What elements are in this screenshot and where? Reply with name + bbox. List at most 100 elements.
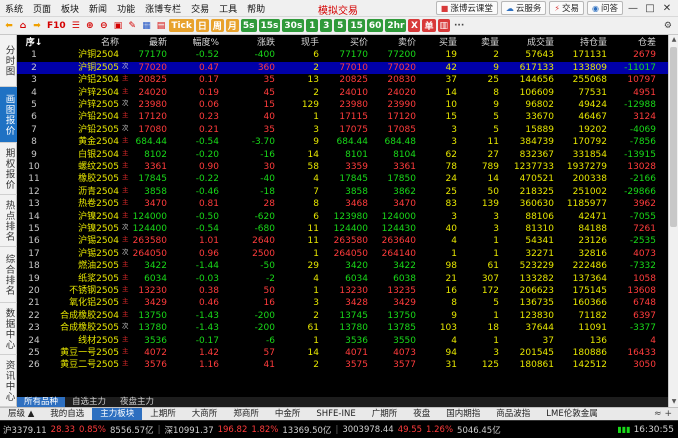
- table-row[interactable]: 21 氧化铝2505 主 3429 0.46 16 3 3428 3429 8 5 136735 160…: [17, 297, 668, 309]
- week-period-button[interactable]: 周: [210, 19, 224, 32]
- pencil-icon[interactable]: ✎: [126, 19, 138, 32]
- subtab-all[interactable]: 所有品种: [17, 397, 66, 407]
- table-row[interactable]: 16 沪锡2504 主 263580 1.01 2640 11 263580 263640 4 1 5…: [17, 235, 668, 247]
- zoom-in-icon[interactable]: ⊕: [84, 19, 96, 32]
- board-tab-main[interactable]: 主力板块: [92, 408, 143, 420]
- table-row[interactable]: 12 沥青2504 主 3858 -0.46 -18 7 3858 3862 25 50 218325…: [17, 186, 668, 198]
- header-turnover[interactable]: 成交量: [502, 37, 554, 49]
- table-row[interactable]: 14 沪镍2504 主 124000 -0.50 -620 6 123980 124000 3 3 8…: [17, 211, 668, 223]
- header-oi-change[interactable]: 仓差: [610, 37, 656, 49]
- menu-item-news[interactable]: 新闻: [84, 2, 112, 15]
- period-5m-button[interactable]: 5: [334, 19, 347, 32]
- zoom-out-icon[interactable]: ⊖: [98, 19, 110, 32]
- table-row[interactable]: 9 白银2504 主 8102 -0.20 -16 14 8101 8104 62 27 832367…: [17, 149, 668, 161]
- board-tab-shfe-ine[interactable]: SHFE-INE: [308, 408, 363, 420]
- table-row[interactable]: 7 沪铅2505 次 17080 0.21 35 3 17075 17085 3 5 15889 192…: [17, 124, 668, 136]
- trade-button[interactable]: ⚡ 交易: [549, 1, 584, 15]
- header-ask[interactable]: 卖价: [372, 37, 416, 49]
- header-open-interest[interactable]: 持仓量: [557, 37, 607, 49]
- sidebar-item-timechart[interactable]: 分时图: [0, 35, 17, 87]
- scroll-down-icon[interactable]: ▼: [669, 397, 678, 407]
- period-15m-button[interactable]: 15: [348, 19, 365, 32]
- table-row[interactable]: 1 沪铜2504 77170 -0.52 -400 6 77170 77200 19 2 57643…: [17, 49, 668, 61]
- qa-button[interactable]: ◉ 问答: [587, 1, 623, 15]
- sidebar-item-overall-rank[interactable]: 综合排名: [0, 247, 17, 303]
- period-1m-button[interactable]: 1: [306, 19, 319, 32]
- menu-item-system[interactable]: 系统: [0, 2, 28, 15]
- f10-button[interactable]: F10: [45, 19, 68, 32]
- board-tab-shfe[interactable]: 上期所: [142, 408, 184, 420]
- settings-icon[interactable]: ⚙: [662, 19, 674, 32]
- period-2hr-button[interactable]: 2hr: [385, 19, 407, 32]
- scroll-up-icon[interactable]: ▲: [669, 35, 678, 45]
- period-3m-button[interactable]: 3: [320, 19, 333, 32]
- header-chg[interactable]: 涨跌: [223, 37, 275, 49]
- header-pct[interactable]: 幅度%: [169, 37, 219, 49]
- close-button[interactable]: ✕: [660, 3, 674, 14]
- x-button[interactable]: X: [408, 19, 421, 32]
- day-period-button[interactable]: 日: [195, 19, 209, 32]
- home-icon[interactable]: ⌂: [17, 19, 29, 32]
- header-bid[interactable]: 买价: [322, 37, 368, 49]
- table-row[interactable]: 19 纸浆2505 主 6034 -0.03 -2 4 6034 6038 21 307 133282…: [17, 273, 668, 285]
- table-row[interactable]: 3 沪铝2504 主 20825 0.17 35 13 20825 20830 37 25 14465…: [17, 74, 668, 86]
- period-5s-button[interactable]: 5s: [240, 19, 257, 32]
- table-row[interactable]: 25 黄豆一号2505 主 4072 1.42 57 14 4071 4073 94 3 201545…: [17, 347, 668, 359]
- sidebar-item-data-center[interactable]: 数据中心: [0, 303, 17, 355]
- table-row[interactable]: 23 合成橡胶2505 次 13780 -1.43 -200 61 13780 13785 103…: [17, 322, 668, 334]
- period-60m-button[interactable]: 60: [366, 19, 384, 32]
- board-tab-level[interactable]: 层级 ▲: [0, 408, 42, 420]
- table-row[interactable]: 17 沪锡2505 次 264050 0.96 2500 1 264050 264140 1 1 32…: [17, 248, 668, 260]
- board-tab-dce[interactable]: 大商所: [184, 408, 226, 420]
- board-tab-commodity-vol[interactable]: 商品波指: [488, 408, 538, 420]
- forward-arrow-icon[interactable]: ➡: [31, 19, 43, 32]
- header-name[interactable]: 名称: [53, 37, 119, 49]
- sidebar-item-quote-list[interactable]: 画图报价: [0, 87, 17, 143]
- table-row[interactable]: 15 沪镍2505 次 124400 -0.54 -680 11 124400 124430 40…: [17, 223, 668, 235]
- header-seq[interactable]: 序↓: [17, 37, 51, 49]
- menu-item-board[interactable]: 板块: [56, 2, 84, 15]
- scroll-thumb[interactable]: [670, 47, 677, 227]
- table-row[interactable]: 6 沪铅2504 主 17120 0.23 40 1 17115 17120 15 5 33670 46…: [17, 111, 668, 123]
- menu-item-column[interactable]: 涨博专栏: [140, 2, 186, 15]
- board-tab-index-futures[interactable]: 国内期指: [438, 408, 488, 420]
- table-row[interactable]: 22 合成橡胶2504 主 13750 -1.43 -200 2 13745 13750 9 1 12…: [17, 310, 668, 322]
- notes-icon[interactable]: ▤: [155, 19, 168, 32]
- sidebar-item-hot-rank[interactable]: 热点排名: [0, 195, 17, 247]
- back-arrow-icon[interactable]: ⬅: [3, 19, 15, 32]
- menu-item-page[interactable]: 页面: [28, 2, 56, 15]
- table-row[interactable]: 11 橡胶2505 主 17845 -0.22 -40 4 17845 17850 24 14 470…: [17, 173, 668, 185]
- calendar-icon[interactable]: ▥: [437, 19, 451, 32]
- table-row[interactable]: 24 线材2505 主 3536 -0.17 -6 1 3536 3550 4 1 37 136 4: [17, 335, 668, 347]
- header-bid-size[interactable]: 买量: [419, 37, 457, 49]
- menu-item-tools[interactable]: 工具: [214, 2, 242, 15]
- board-tab-cffex[interactable]: 中金所: [267, 408, 309, 420]
- subtab-self-main[interactable]: 自选主力: [65, 397, 113, 407]
- order-button[interactable]: 单: [422, 19, 436, 32]
- table-row[interactable]: 20 不锈钢2505 主 13230 0.38 50 1 13230 13235 16 172 206…: [17, 285, 668, 297]
- cloud-service-button[interactable]: ☁ 云服务: [500, 1, 547, 15]
- window-title[interactable]: 模拟交易: [318, 2, 358, 17]
- classroom-button[interactable]: ■ 涨博云课堂: [435, 1, 498, 15]
- board-tab-czce[interactable]: 郑商所: [225, 408, 267, 420]
- period-30s-button[interactable]: 30s: [282, 19, 305, 32]
- subtab-night-main[interactable]: 夜盘主力: [113, 397, 161, 407]
- header-ask-size[interactable]: 卖量: [461, 37, 499, 49]
- menu-item-function[interactable]: 功能: [112, 2, 140, 15]
- table-row[interactable]: 10 螺纹2505 主 3361 0.90 30 58 3359 3361 78 789 123773…: [17, 161, 668, 173]
- list-icon[interactable]: ☰: [70, 19, 82, 32]
- menu-item-help[interactable]: 帮助: [242, 2, 270, 15]
- table-row[interactable]: 18 燃油2505 主 3422 -1.44 -50 29 3420 3422 98 61 52322…: [17, 260, 668, 272]
- table-row[interactable]: 8 黄金2504 主 684.44 -0.54 -3.70 9 684.44 684.48 3 11…: [17, 136, 668, 148]
- sidebar-item-news-center[interactable]: 资讯中心: [0, 355, 17, 407]
- period-15s-button[interactable]: 15s: [258, 19, 281, 32]
- tick-button[interactable]: Tick: [169, 19, 194, 32]
- board-tab-add-icon[interactable]: ≈ +: [654, 409, 678, 419]
- board-tab-watchlist[interactable]: 我的自选: [42, 408, 92, 420]
- board-tab-lme[interactable]: LME伦敦金属: [538, 408, 605, 420]
- table-row[interactable]: 26 黄豆二号2505 主 3576 1.16 41 2 3575 3577 31 125 18086…: [17, 359, 668, 371]
- table-row[interactable]: 2 沪铜2505 次 77020 0.47 360 2 77010 77020 42 9 617133…: [17, 61, 668, 75]
- table-row[interactable]: 4 沪锌2504 主 24020 0.19 45 2 24010 24020 14 8 106609 7…: [17, 87, 668, 99]
- table-row[interactable]: 13 热卷2505 主 3470 0.81 28 8 3468 3470 83 139 360630 1…: [17, 198, 668, 210]
- draw-box-icon[interactable]: ▣: [112, 19, 125, 32]
